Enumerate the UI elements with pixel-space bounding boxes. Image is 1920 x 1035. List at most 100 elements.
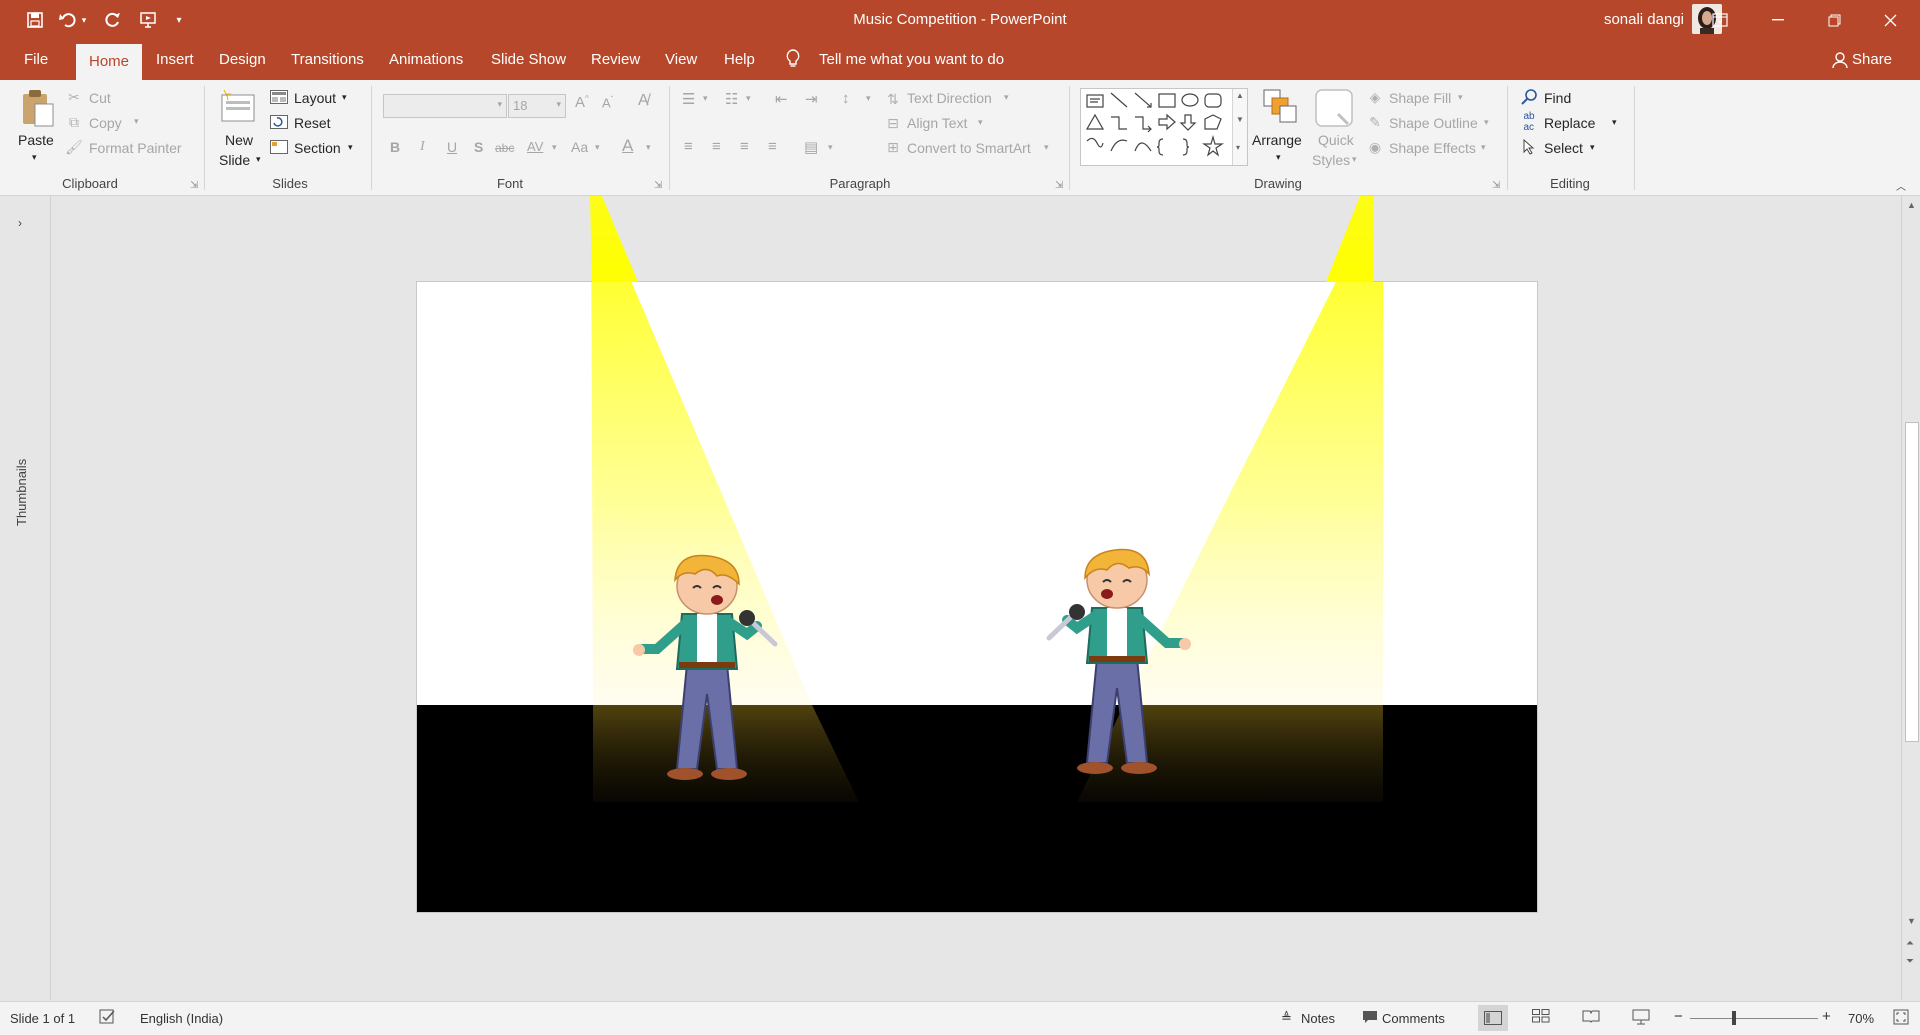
paste-dropdown-icon[interactable]: ▾: [32, 152, 37, 163]
text-direction-button[interactable]: Text Direction: [907, 90, 992, 106]
normal-view-button[interactable]: [1478, 1005, 1508, 1031]
tab-design[interactable]: Design: [219, 51, 266, 68]
underline-button[interactable]: U: [447, 139, 457, 155]
font-launcher-icon[interactable]: ⇲: [654, 180, 662, 191]
arrange-button[interactable]: Arrange: [1252, 132, 1302, 148]
next-slide-icon[interactable]: ⏷: [1906, 956, 1914, 967]
thumbnails-pane-collapsed[interactable]: › Thumbnails: [0, 196, 51, 1000]
bullets-icon[interactable]: ☰: [682, 90, 695, 108]
paragraph-launcher-icon[interactable]: ⇲: [1055, 180, 1063, 191]
collapse-ribbon-icon[interactable]: ︿: [1896, 178, 1906, 193]
section-button[interactable]: Section: [294, 140, 341, 156]
justify-icon[interactable]: ≡: [768, 138, 777, 155]
arrange-dropdown-icon[interactable]: ▾: [1276, 152, 1281, 163]
previous-slide-icon[interactable]: ⏶: [1906, 938, 1914, 949]
restore-icon[interactable]: [1806, 0, 1862, 40]
tab-insert[interactable]: Insert: [156, 51, 194, 68]
select-button[interactable]: Select: [1544, 140, 1583, 156]
find-button[interactable]: Find: [1544, 90, 1571, 106]
increase-indent-icon[interactable]: ⇥: [805, 90, 818, 108]
shrink-font-icon[interactable]: Aˇ: [602, 95, 613, 110]
tab-transitions[interactable]: Transitions: [291, 51, 364, 68]
arrange-icon[interactable]: [1262, 88, 1298, 126]
layout-dropdown-icon[interactable]: ▾: [342, 92, 347, 103]
zoom-slider[interactable]: [1690, 1018, 1818, 1019]
section-dropdown-icon[interactable]: ▾: [348, 142, 353, 153]
select-dropdown-icon[interactable]: ▾: [1590, 142, 1595, 153]
paste-icon[interactable]: [18, 88, 56, 128]
new-slide-label-1[interactable]: New: [225, 132, 253, 148]
new-slide-dropdown-icon[interactable]: ▾: [256, 154, 261, 165]
font-color-icon[interactable]: A: [622, 136, 633, 156]
shape-effects-button[interactable]: Shape Effects: [1389, 140, 1476, 156]
bold-button[interactable]: B: [390, 139, 400, 155]
align-right-icon[interactable]: ≡: [740, 138, 749, 155]
layout-button[interactable]: Layout: [294, 90, 336, 106]
align-text-dropdown-icon[interactable]: ▾: [978, 117, 983, 128]
notes-icon[interactable]: ≜: [1281, 1010, 1292, 1026]
slide[interactable]: [416, 281, 1538, 913]
grow-font-icon[interactable]: A^: [575, 94, 589, 111]
shape-outline-dropdown-icon[interactable]: ▾: [1484, 117, 1489, 128]
numbering-dropdown-icon[interactable]: ▾: [746, 93, 751, 104]
zoom-slider-thumb[interactable]: [1732, 1011, 1736, 1025]
shapes-gallery[interactable]: ▲ ▼ ▾: [1080, 88, 1248, 166]
expand-thumbnails-icon[interactable]: ›: [18, 216, 22, 230]
copy-button[interactable]: Copy: [89, 115, 122, 131]
replace-dropdown-icon[interactable]: ▾: [1612, 117, 1617, 128]
bullets-dropdown-icon[interactable]: ▾: [703, 93, 708, 104]
notes-button[interactable]: Notes: [1301, 1011, 1335, 1026]
shape-effects-dropdown-icon[interactable]: ▾: [1481, 142, 1486, 153]
minimize-icon[interactable]: [1750, 0, 1806, 40]
close-icon[interactable]: [1862, 0, 1918, 40]
zoom-level[interactable]: 70%: [1848, 1011, 1874, 1026]
reset-button[interactable]: Reset: [294, 115, 331, 131]
font-size-dropdown-icon[interactable]: ▾: [556, 99, 561, 110]
reading-view-icon[interactable]: [1582, 1009, 1600, 1026]
tab-view[interactable]: View: [665, 51, 697, 68]
scroll-down-icon[interactable]: ▼: [1907, 916, 1916, 926]
tab-file[interactable]: File: [24, 51, 48, 68]
replace-button[interactable]: Replace: [1544, 115, 1595, 131]
align-left-icon[interactable]: ≡: [684, 138, 693, 155]
align-center-icon[interactable]: ≡: [712, 138, 721, 155]
zoom-out-icon[interactable]: −: [1674, 1008, 1683, 1025]
new-slide-label-2[interactable]: Slide: [219, 152, 250, 168]
quick-styles-label-1[interactable]: Quick: [1318, 132, 1354, 148]
tab-help[interactable]: Help: [724, 51, 755, 68]
convert-smartart-button[interactable]: Convert to SmartArt: [907, 140, 1031, 156]
font-size-field[interactable]: 18 ▾: [508, 94, 566, 118]
shadow-button[interactable]: S: [474, 139, 483, 155]
scroll-thumb[interactable]: [1905, 422, 1919, 742]
tab-home[interactable]: Home: [76, 44, 142, 80]
copy-dropdown-icon[interactable]: ▾: [134, 116, 139, 127]
clear-formatting-icon[interactable]: A̸: [638, 92, 649, 110]
tab-slide-show[interactable]: Slide Show: [491, 51, 566, 68]
user-name[interactable]: sonali dangi: [1604, 11, 1684, 28]
comments-icon[interactable]: [1362, 1010, 1378, 1027]
language-status[interactable]: English (India): [140, 1011, 223, 1026]
shape-outline-button[interactable]: Shape Outline: [1389, 115, 1478, 131]
paste-button[interactable]: Paste: [18, 132, 54, 148]
slide-sorter-icon[interactable]: [1532, 1009, 1550, 1026]
strikethrough-button[interactable]: abc: [495, 141, 514, 155]
comments-button[interactable]: Comments: [1382, 1011, 1445, 1026]
slide-show-icon[interactable]: [1632, 1009, 1650, 1028]
shapes-gallery-scroll[interactable]: ▲ ▼ ▾: [1232, 89, 1247, 165]
scroll-up-icon[interactable]: ▲: [1907, 200, 1916, 210]
tab-review[interactable]: Review: [591, 51, 640, 68]
line-spacing-dropdown-icon[interactable]: ▾: [866, 93, 871, 104]
fit-slide-icon[interactable]: [1893, 1009, 1909, 1028]
decrease-indent-icon[interactable]: ⇤: [775, 90, 788, 108]
columns-dropdown-icon[interactable]: ▾: [828, 142, 833, 153]
line-spacing-icon[interactable]: ↕: [842, 90, 850, 107]
align-text-button[interactable]: Align Text: [907, 115, 967, 131]
quick-styles-label-2[interactable]: Styles: [1312, 152, 1350, 168]
spell-check-icon[interactable]: [99, 1009, 117, 1028]
text-direction-dropdown-icon[interactable]: ▾: [1004, 92, 1009, 103]
person-icon[interactable]: [1832, 52, 1848, 72]
columns-icon[interactable]: ▤: [804, 138, 818, 156]
font-name-field[interactable]: ▾: [383, 94, 507, 118]
tell-me-search[interactable]: Tell me what you want to do: [819, 51, 1004, 68]
spacing-dropdown-icon[interactable]: ▾: [552, 142, 557, 153]
